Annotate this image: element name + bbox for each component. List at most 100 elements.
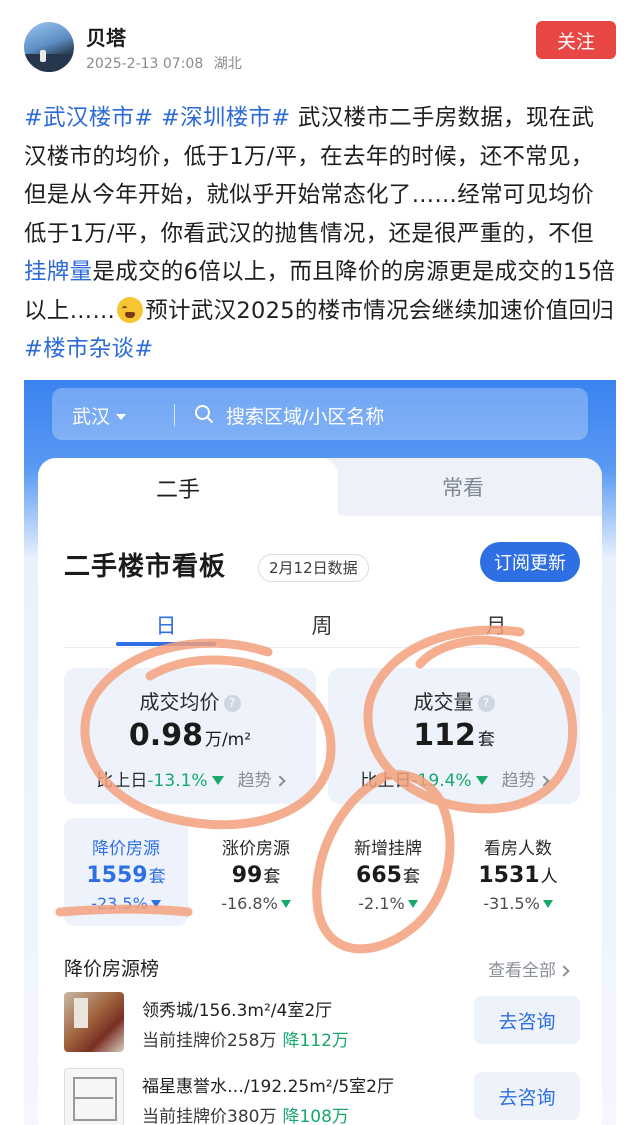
tab-month[interactable]: 月 [436,610,556,640]
down-arrow-icon [211,776,224,785]
stat-viewers[interactable]: 看房人数 1531人 -31.5% [456,818,580,926]
metric-value: 112 套 [328,718,580,753]
help-icon[interactable]: ? [477,695,495,712]
price-drop: 降112万 [282,1031,349,1051]
tab-secondhand[interactable]: 二手 [38,458,338,516]
stat-value: 99套 [194,862,318,888]
stat-title: 看房人数 [484,839,552,859]
stat-number: 665 [356,863,402,888]
stat-value: 1531人 [456,862,580,888]
search-bar[interactable]: 武汉 搜索区域/小区名称 [52,388,588,440]
chevron-right-icon [273,775,286,787]
post-body: #武汉楼市# #深圳楼市# 武汉楼市二手房数据，现在武汉楼市的均价，低于1万/平… [24,99,616,369]
board-title: 二手楼市看板 [64,552,227,582]
down-arrow-icon [475,776,488,785]
stat-price-cut[interactable]: 降价房源 1559套 -23.5% [64,818,188,926]
view-all-link[interactable]: 查看全部 [488,956,570,981]
stat-change-value: -23.5% [91,894,148,913]
keyword-link[interactable]: 挂牌量 [24,259,92,285]
price-label: 当前挂牌价 [142,1107,227,1125]
down-arrow-icon [542,900,553,908]
metric-title-text: 成交量 [413,690,474,714]
stat-unit: 套 [263,867,281,887]
stat-change: -23.5% [64,894,188,913]
active-tab-underline [116,642,216,646]
search-icon [195,405,213,423]
list-item[interactable]: 福星惠誉水…/192.25m²/5室2厅 当前挂牌价380万 降108万 去咨询 [64,1068,580,1125]
metric-title: 成交均价? [64,686,316,715]
stat-unit: 套 [402,867,420,887]
price-value: 258万 [227,1031,277,1051]
avatar[interactable] [24,22,74,72]
down-arrow-icon [407,900,418,908]
down-arrow-icon [150,900,161,908]
list-header: 降价房源榜 [64,958,160,980]
metric-title-text: 成交均价 [139,690,220,714]
post-date: 2025-2-13 07:08 [86,56,204,72]
price-value: 380万 [227,1107,277,1125]
stat-value: 665套 [326,862,450,888]
tab-frequent[interactable]: 常看 [324,458,602,516]
embedded-app-screenshot[interactable]: 武汉 搜索区域/小区名称 常看 二手 二手楼市看板 2月12日数据 订阅更新 日… [24,380,616,1125]
metric-number: 0.98 [128,718,203,753]
topic-link-market-talk[interactable]: #楼市杂谈# [24,336,154,362]
post-location: 湖北 [213,56,242,72]
subscribe-button[interactable]: 订阅更新 [480,542,580,582]
stat-change-value: -31.5% [483,894,540,913]
stat-change: -2.1% [326,894,450,913]
metric-volume[interactable]: 成交量? 112 套 比上日-19.4% 趋势 [328,668,580,804]
view-all-label: 查看全部 [488,961,556,981]
help-icon[interactable]: ? [223,695,241,712]
chevron-right-icon [558,965,570,977]
period-tabs: 日 周 月 [64,606,580,648]
stat-unit: 套 [148,867,166,887]
price-label: 当前挂牌价 [142,1031,227,1051]
listing-title: 福星惠誉水…/192.25m²/5室2厅 [142,1077,394,1097]
consult-button[interactable]: 去咨询 [474,996,580,1044]
metric-avg-price[interactable]: 成交均价? 0.98 万/m² 比上日-13.1% 趋势 [64,668,316,804]
search-divider [174,404,175,426]
stat-number: 1531 [478,863,540,888]
listing-price: 当前挂牌价380万 降108万 [142,1102,349,1125]
compare-label: 比上日 [360,771,412,791]
listing-photo[interactable] [64,992,124,1052]
stat-change: -16.8% [194,894,318,913]
trend-link[interactable]: 趋势 [238,771,272,791]
tab-day[interactable]: 日 [106,610,226,640]
metric-value: 0.98 万/m² [64,718,316,753]
crying-laughing-emoji-icon [117,296,144,323]
stat-number: 99 [231,863,263,888]
stat-new-listings[interactable]: 新增挂牌 665套 -2.1% [326,818,450,926]
market-card: 常看 二手 二手楼市看板 2月12日数据 订阅更新 日 周 月 成交均价? 0.… [38,458,602,1125]
floor-plan-thumbnail[interactable] [64,1068,124,1125]
tab-week[interactable]: 周 [262,610,382,640]
stat-title: 降价房源 [92,839,160,859]
consult-button[interactable]: 去咨询 [474,1072,580,1120]
chevron-right-icon [537,775,550,787]
metric-title: 成交量? [328,686,580,715]
caret-down-icon [116,414,127,420]
stat-title: 涨价房源 [222,839,290,859]
metric-number: 112 [413,718,476,753]
stat-price-rise[interactable]: 涨价房源 99套 -16.8% [194,818,318,926]
author-name[interactable]: 贝塔 [86,22,126,51]
stat-change-value: -16.8% [221,894,278,913]
follow-button[interactable]: 关注 [536,21,616,59]
list-item[interactable]: 领秀城/156.3m²/4室2厅 当前挂牌价258万 降112万 去咨询 [64,992,580,1060]
topic-link-wuhan[interactable]: #武汉楼市# [24,105,154,131]
city-label: 武汉 [72,406,111,428]
down-arrow-icon [280,900,291,908]
stat-value: 1559套 [64,862,188,888]
trend-link[interactable]: 趋势 [502,771,536,791]
topic-link-shenzhen[interactable]: #深圳楼市# [161,105,291,131]
listing-price: 当前挂牌价258万 降112万 [142,1026,349,1051]
compare-change: -19.4% [411,771,472,791]
tab-frequent-label: 常看 [442,476,484,500]
post-meta: 2025-2-13 07:08 湖北 [86,53,242,73]
stat-unit: 人 [540,867,558,887]
search-input[interactable]: 搜索区域/小区名称 [226,402,384,429]
compare-label: 比上日 [96,771,148,791]
tab-secondhand-label: 二手 [156,478,201,503]
post-header: 贝塔 2025-2-13 07:08 湖北 关注 [0,0,640,90]
city-selector[interactable]: 武汉 [72,402,127,429]
